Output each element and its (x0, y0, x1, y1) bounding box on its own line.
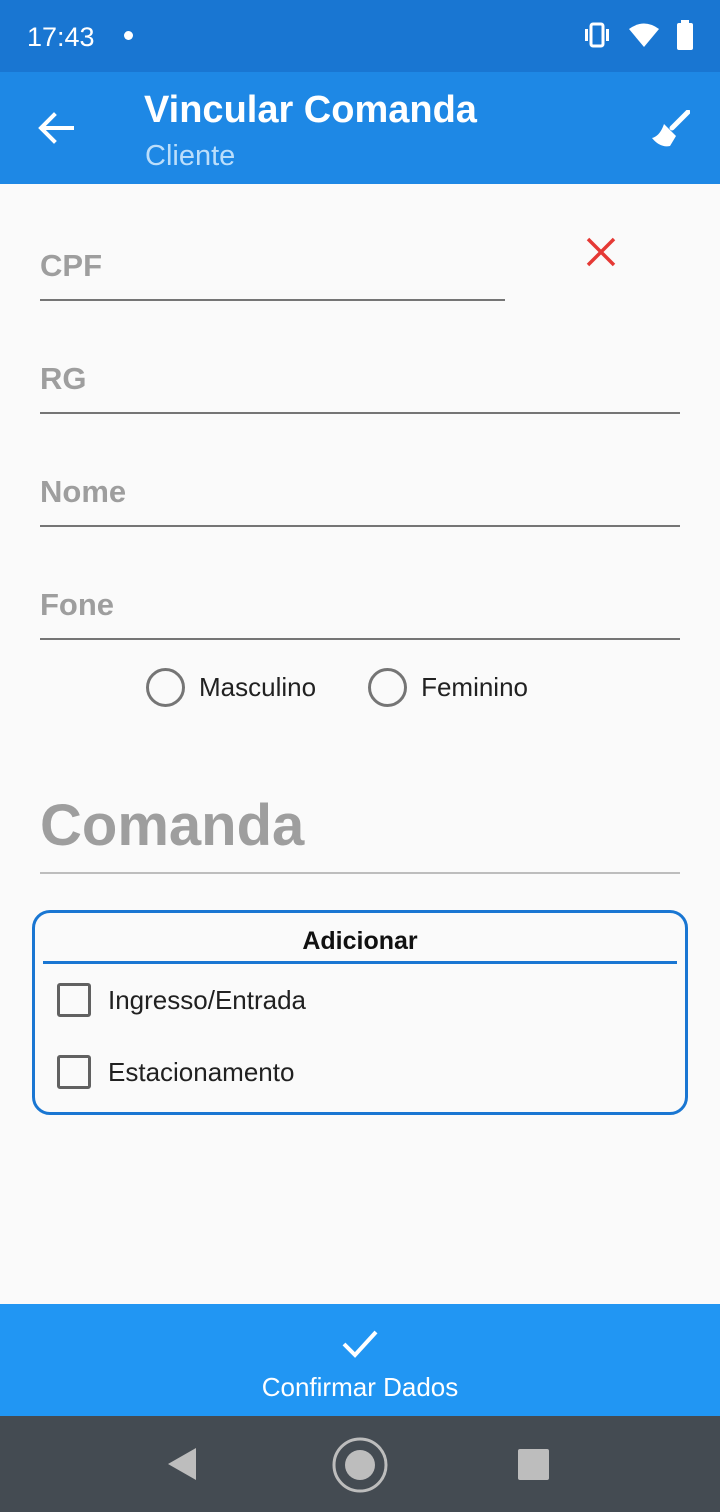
system-nav-bar (0, 1416, 720, 1512)
nome-label: Nome (40, 474, 127, 509)
fone-label: Fone (40, 587, 115, 622)
checkbox-label: Estacionamento (108, 1056, 295, 1087)
add-title: Adicionar (302, 927, 418, 955)
radio-unchecked-icon (368, 668, 408, 707)
status-icons (582, 20, 694, 50)
page-subtitle: Cliente (145, 140, 236, 172)
radio-unchecked-icon (146, 668, 185, 707)
nav-recents-icon[interactable] (518, 1449, 549, 1480)
status-bar: 17:43 (0, 0, 720, 72)
confirm-button[interactable]: Confirmar Dados (0, 1304, 720, 1416)
comanda-label: Comanda (40, 793, 305, 858)
clear-form-button[interactable] (640, 102, 700, 158)
vibrate-icon (585, 22, 609, 48)
rg-field[interactable]: RG (40, 349, 680, 414)
cpf-field[interactable]: CPF (40, 236, 505, 301)
app-bar: Vincular Comanda Cliente (0, 72, 720, 184)
nav-home-icon[interactable] (331, 1436, 389, 1494)
checkbox-estacionamento[interactable]: Estacionamento (57, 1055, 294, 1089)
close-icon (586, 237, 616, 267)
wifi-icon (629, 23, 659, 47)
cpf-label: CPF (40, 248, 102, 283)
clear-cpf-button[interactable] (581, 232, 621, 272)
confirm-label: Confirmar Dados (261, 1372, 459, 1402)
check-icon (342, 1330, 378, 1358)
status-time: 17:43 (27, 22, 95, 52)
radio-masculino[interactable]: Masculino (146, 668, 316, 707)
rg-label: RG (40, 361, 87, 396)
notification-dot-icon (124, 31, 133, 40)
comanda-field[interactable]: Comanda (40, 788, 680, 874)
add-options-box: Adicionar Ingresso/Entrada Estacionament… (32, 910, 688, 1115)
checkbox-unchecked-icon (57, 1055, 91, 1089)
checkbox-label: Ingresso/Entrada (108, 984, 307, 1015)
battery-icon (677, 20, 693, 50)
radio-label: Feminino (421, 672, 528, 702)
back-button[interactable] (26, 100, 86, 156)
divider (43, 961, 677, 964)
arrow-back-icon (38, 112, 74, 144)
page-title: Vincular Comanda (144, 89, 477, 131)
broom-icon (652, 110, 690, 147)
gender-radio-group: Masculino Feminino (146, 668, 528, 707)
radio-label: Masculino (199, 672, 317, 702)
radio-feminino[interactable]: Feminino (368, 668, 528, 707)
fone-field[interactable]: Fone (40, 575, 680, 640)
checkbox-ingresso[interactable]: Ingresso/Entrada (57, 983, 306, 1017)
nav-back-icon[interactable] (166, 1446, 198, 1482)
nome-field[interactable]: Nome (40, 462, 680, 527)
checkbox-unchecked-icon (57, 983, 91, 1017)
